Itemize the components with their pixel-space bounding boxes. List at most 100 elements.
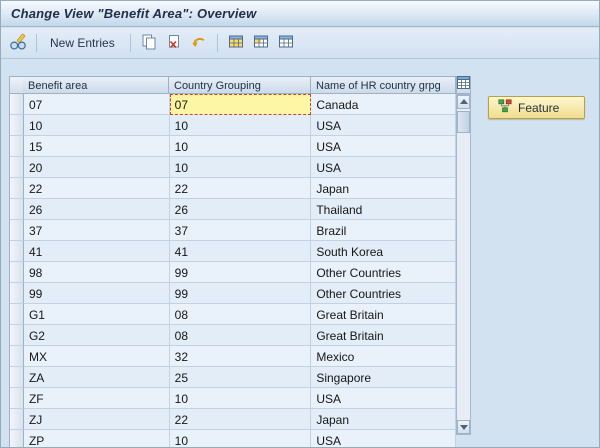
row-select-button[interactable] [10,325,24,346]
scroll-down-button[interactable] [457,420,470,434]
vertical-scrollbar[interactable] [456,94,471,435]
table-cell[interactable]: 10 [169,430,312,447]
table-cell[interactable]: 08 [169,304,312,325]
table-cell[interactable]: USA [311,157,456,178]
table-cell[interactable]: 41 [23,241,170,262]
row-select-button[interactable] [10,430,24,447]
table-cell[interactable]: 10 [169,115,312,136]
row-select-button[interactable] [10,115,24,136]
select-block-button[interactable] [250,32,272,54]
row-select-button[interactable] [10,157,24,178]
table-cell[interactable]: 10 [169,157,312,178]
sap-window: Change View "Benefit Area": Overview New… [0,0,600,448]
table-cell[interactable]: Other Countries [311,262,456,283]
delete-button[interactable] [163,32,185,54]
feature-hierarchy-icon [498,99,512,116]
table-cell[interactable]: Great Britain [311,325,456,346]
table-cell[interactable]: ZF [23,388,170,409]
row-select-button[interactable] [10,346,24,367]
table-cell[interactable]: 07 [169,94,312,115]
table-cell[interactable]: 41 [169,241,312,262]
table-cell[interactable]: ZJ [23,409,170,430]
table-row: 22 22 Japan [10,178,456,199]
table-cell[interactable]: USA [311,115,456,136]
table-cell[interactable]: 26 [169,199,312,220]
table-cell[interactable]: Other Countries [311,283,456,304]
table-cell[interactable]: MX [23,346,170,367]
table-cell[interactable]: 15 [23,136,170,157]
row-select-button[interactable] [10,283,24,304]
table-row: G1 08 Great Britain [10,304,456,325]
table-cell[interactable]: ZA [23,367,170,388]
table-cell[interactable]: 26 [23,199,170,220]
table-cell[interactable]: 22 [169,178,312,199]
table-cell[interactable]: 08 [169,325,312,346]
table-cell[interactable]: Brazil [311,220,456,241]
table-cell[interactable]: Great Britain [311,304,456,325]
select-all-corner[interactable] [9,76,23,94]
table-row: 37 37 Brazil [10,220,456,241]
row-select-button[interactable] [10,388,24,409]
feature-button[interactable]: Feature [488,96,585,119]
table-cell[interactable]: USA [311,388,456,409]
table-cell[interactable]: Japan [311,409,456,430]
table-cell[interactable]: ZP [23,430,170,447]
table-cell[interactable]: 10 [169,136,312,157]
table-cell[interactable]: 20 [23,157,170,178]
table-cell[interactable]: G1 [23,304,170,325]
table-row: 07 07 Canada [10,94,456,115]
table-cell[interactable]: South Korea [311,241,456,262]
row-select-button[interactable] [10,136,24,157]
table-cell[interactable]: 98 [23,262,170,283]
table-cell[interactable]: USA [311,136,456,157]
table-cell[interactable]: Thailand [311,199,456,220]
table-cell[interactable]: 37 [169,220,312,241]
table-cell[interactable]: Canada [311,94,456,115]
table-header: Benefit area Country Grouping Name of HR… [9,76,471,94]
table-row: 41 41 South Korea [10,241,456,262]
table-cell[interactable]: 22 [169,409,312,430]
row-select-button[interactable] [10,367,24,388]
toolbar-separator [36,34,37,52]
deselect-all-button[interactable] [275,32,297,54]
table-cell[interactable]: 25 [169,367,312,388]
column-header-benefit-area[interactable]: Benefit area [23,76,169,94]
table-body: 07 07 Canada 10 10 USA 15 10 USA 20 10 USA 22 22 Japan… [9,94,456,447]
row-select-button[interactable] [10,199,24,220]
table-cell[interactable]: G2 [23,325,170,346]
select-all-button[interactable] [225,32,247,54]
table-cell[interactable]: 10 [23,115,170,136]
table-cell[interactable]: Japan [311,178,456,199]
table-settings-icon [457,76,470,94]
table-settings-button[interactable] [456,76,471,94]
table-cell[interactable]: USA [311,430,456,447]
row-select-button[interactable] [10,262,24,283]
table-cell[interactable]: 22 [23,178,170,199]
scrollbar-thumb[interactable] [457,111,470,133]
scroll-up-button[interactable] [457,95,470,109]
deselect-all-icon [277,33,295,54]
copy-as-button[interactable] [138,32,160,54]
table-cell[interactable]: 32 [169,346,312,367]
table-cell[interactable]: Mexico [311,346,456,367]
table-cell[interactable]: 37 [23,220,170,241]
table-cell[interactable]: 10 [169,388,312,409]
column-header-name[interactable]: Name of HR country grpg [311,76,456,94]
undo-change-button[interactable] [188,32,210,54]
display-change-button[interactable] [7,32,29,54]
row-select-button[interactable] [10,178,24,199]
display-change-icon [9,33,27,54]
row-select-button[interactable] [10,409,24,430]
table-cell[interactable]: 99 [23,283,170,304]
table-cell[interactable]: 07 [23,94,170,115]
new-entries-button[interactable]: New Entries [44,32,123,54]
table-cell[interactable]: 99 [169,262,312,283]
row-select-button[interactable] [10,304,24,325]
row-select-button[interactable] [10,94,24,115]
table-cell[interactable]: 99 [169,283,312,304]
table-row: 99 99 Other Countries [10,283,456,304]
row-select-button[interactable] [10,220,24,241]
column-header-country-grouping[interactable]: Country Grouping [169,76,311,94]
table-cell[interactable]: Singapore [311,367,456,388]
row-select-button[interactable] [10,241,24,262]
